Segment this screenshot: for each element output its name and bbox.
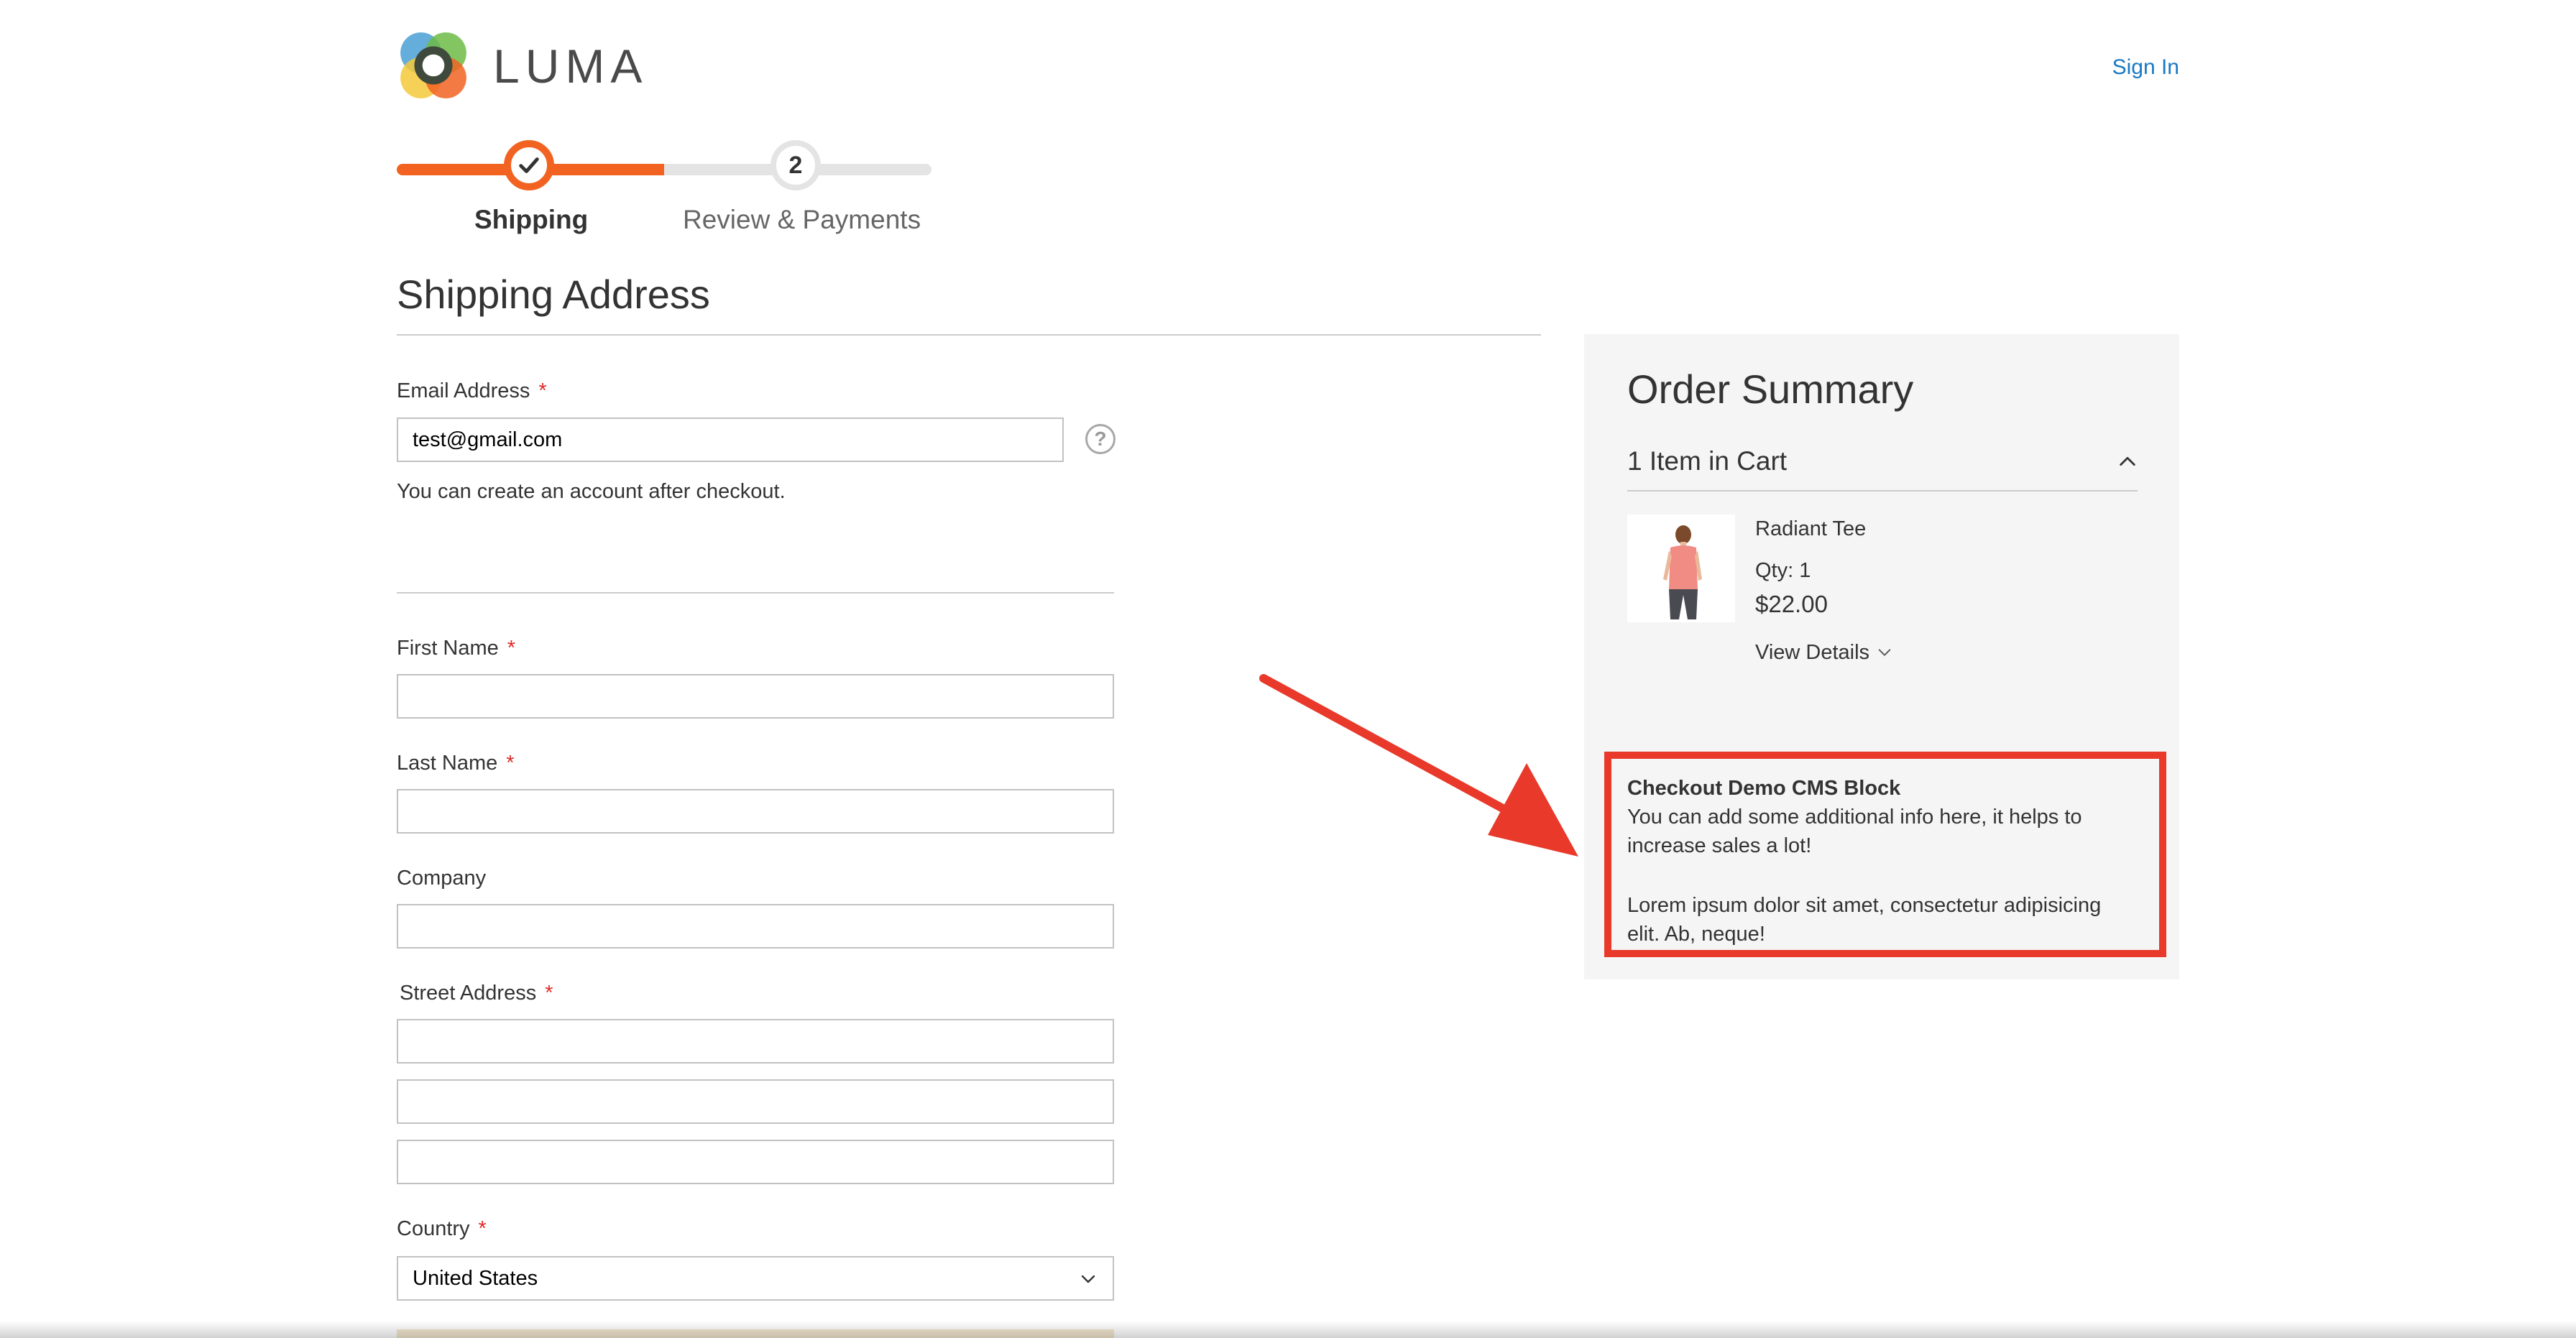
step-shipping-check-icon[interactable] [504, 140, 554, 190]
items-in-cart-toggle[interactable]: 1 Item in Cart [1627, 444, 1787, 479]
chevron-up-icon[interactable] [2117, 451, 2138, 471]
step-review-number[interactable]: 2 [770, 140, 821, 190]
chevron-down-icon [1081, 1275, 1095, 1283]
step-review-label[interactable]: Review & Payments [683, 203, 921, 237]
country-select-value: United States [413, 1266, 538, 1290]
bottom-edge-shadow [0, 1321, 2576, 1338]
luma-logo-icon[interactable] [397, 29, 470, 102]
required-marker: * [538, 379, 547, 402]
street-address-line-3[interactable] [397, 1140, 1114, 1184]
page-title: Shipping Address [397, 272, 710, 317]
view-details-label: View Details [1755, 641, 1870, 664]
last-name-label-text: Last Name [397, 752, 498, 775]
email-label-text: Email Address [397, 379, 530, 402]
required-marker: * [506, 752, 515, 775]
email-label: Email Address * [397, 378, 547, 404]
street-address-line-1[interactable] [397, 1019, 1114, 1064]
first-name-label-text: First Name [397, 637, 499, 660]
required-marker: * [478, 1217, 487, 1240]
form-divider [397, 592, 1114, 594]
chevron-down-icon [1878, 649, 1891, 656]
product-qty: Qty: 1 [1755, 559, 1811, 582]
first-name-field[interactable] [397, 674, 1114, 719]
cms-block-title: Checkout Demo CMS Block [1627, 777, 1901, 800]
company-field[interactable] [397, 904, 1114, 949]
required-marker: * [507, 637, 516, 660]
cms-block-text-2: increase sales a lot! [1627, 834, 1812, 857]
street-address-line-2[interactable] [397, 1079, 1114, 1124]
cms-block-text-3: Lorem ipsum dolor sit amet, consectetur … [1627, 894, 2102, 917]
cart-divider [1627, 490, 2138, 492]
company-label: Company [397, 867, 487, 890]
last-name-label: Last Name * [397, 750, 515, 776]
required-marker: * [545, 982, 553, 1005]
product-price: $22.00 [1755, 591, 1828, 617]
street-address-label-text: Street Address [400, 982, 537, 1005]
step-shipping-label[interactable]: Shipping [474, 203, 588, 237]
product-name[interactable]: Radiant Tee [1755, 515, 1866, 543]
first-name-label: First Name * [397, 635, 515, 661]
street-address-label: Street Address * [400, 980, 553, 1006]
check-icon [519, 157, 539, 173]
country-label: Country * [397, 1216, 487, 1242]
title-divider [397, 334, 1541, 336]
email-field[interactable]: test@gmail.com [397, 417, 1064, 462]
account-note: You can create an account after checkout… [397, 480, 786, 503]
last-name-field[interactable] [397, 789, 1114, 834]
cms-block-text-4: elit. Ab, neque! [1627, 923, 1765, 946]
annotation-arrow-icon [1259, 674, 1578, 857]
country-select[interactable]: United States [397, 1256, 1114, 1301]
order-summary-title: Order Summary [1627, 366, 1914, 412]
checkout-page: LUMA Sign In 2 Shipping Review & Payment… [0, 0, 2576, 1338]
help-icon[interactable]: ? [1085, 424, 1116, 454]
logo-text[interactable]: LUMA [493, 33, 648, 99]
view-details-toggle[interactable]: View Details [1755, 638, 1892, 667]
country-label-text: Country [397, 1217, 470, 1240]
cms-block-text-1: You can add some additional info here, i… [1627, 806, 2082, 829]
product-thumbnail[interactable] [1627, 515, 1735, 622]
sign-in-link[interactable]: Sign In [2112, 53, 2179, 82]
